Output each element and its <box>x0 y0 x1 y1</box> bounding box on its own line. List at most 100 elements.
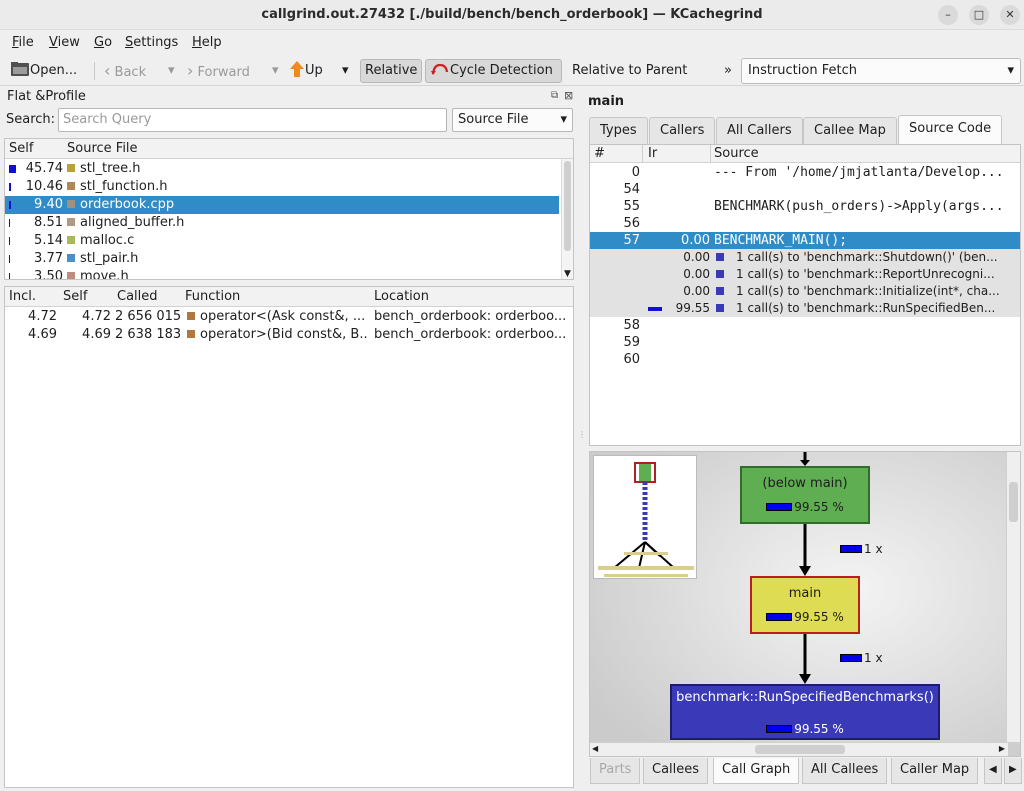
panel-close-icon[interactable]: ⊠ <box>564 89 573 102</box>
relative-toggle[interactable]: Relative <box>360 59 423 83</box>
menu-go[interactable]: Go <box>94 35 112 50</box>
column-header-self[interactable]: Self <box>63 289 87 304</box>
call-graph-view[interactable]: (below main) 99.55 % 1 x main 99.55 % 1 … <box>589 451 1021 757</box>
source-file-row[interactable]: 3.77 stl_pair.h <box>5 250 559 268</box>
menu-file[interactable]: File <box>12 35 34 50</box>
graph-node-below-main[interactable]: (below main) 99.55 % <box>740 466 870 524</box>
tab-callee-map[interactable]: Callee Map <box>803 117 897 145</box>
source-code-header: # Ir Source <box>590 145 1020 163</box>
file-color-icon <box>67 254 75 262</box>
graph-overview-panel[interactable] <box>593 455 697 579</box>
relative-to-parent-toggle[interactable]: Relative to Parent <box>568 59 691 83</box>
back-button[interactable]: ‹ Back <box>100 59 150 83</box>
tab-callees[interactable]: Callees <box>643 758 709 784</box>
source-call-line[interactable]: 0.00 1 call(s) to 'benchmark::ReportUnrec… <box>590 266 1020 283</box>
event-type-select[interactable]: Instruction Fetch ▾ <box>741 58 1021 84</box>
column-header-source[interactable]: Source <box>714 146 759 161</box>
source-line[interactable]: 60 <box>590 351 1020 368</box>
source-line[interactable]: 55 BENCHMARK(push_orders)->Apply(args... <box>590 198 1020 215</box>
source-file-row[interactable]: 8.51 aligned_buffer.h <box>5 214 559 232</box>
menu-settings[interactable]: Settings <box>125 35 178 50</box>
graph-node-main[interactable]: main 99.55 % <box>750 576 860 634</box>
column-header-line[interactable]: # <box>594 146 605 161</box>
cost-bar <box>9 237 10 245</box>
source-file-row[interactable]: 9.40 orderbook.cpp <box>5 196 559 214</box>
tab-source-code[interactable]: Source Code <box>898 115 1003 145</box>
source-line[interactable]: 58 <box>590 317 1020 334</box>
ir-cost: 0.00 <box>683 267 710 281</box>
column-header-location[interactable]: Location <box>374 289 429 304</box>
cycle-detection-toggle[interactable]: Cycle Detection <box>425 59 562 83</box>
source-file-row[interactable]: 10.46 stl_function.h <box>5 178 559 196</box>
back-dropdown[interactable]: ▾ <box>164 59 179 83</box>
source-line[interactable]: 56 <box>590 215 1020 232</box>
maximize-button[interactable]: □ <box>969 5 989 25</box>
source-call-line[interactable]: 0.00 1 call(s) to 'benchmark::Initialize(… <box>590 283 1020 300</box>
column-header-ir[interactable]: Ir <box>648 146 657 161</box>
tab-scroll-left-icon[interactable]: ◀ <box>984 758 1002 784</box>
column-header-incl[interactable]: Incl. <box>9 289 36 304</box>
graph-vertical-scrollbar[interactable] <box>1006 452 1020 742</box>
column-divider <box>642 145 643 163</box>
source-file-row[interactable]: 45.74 stl_tree.h <box>5 160 559 178</box>
forward-button[interactable]: › Forward <box>183 59 254 83</box>
source-line[interactable]: 54 <box>590 181 1020 198</box>
scrollbar-thumb[interactable] <box>1009 482 1018 522</box>
menu-view[interactable]: View <box>49 35 80 50</box>
function-row[interactable]: 4.72 4.72 2 656 015 operator<(Ask const&, .… <box>5 308 573 326</box>
call-count: 2 656 015 <box>115 309 181 324</box>
source-line[interactable]: 59 <box>590 334 1020 351</box>
search-input[interactable]: Search Query <box>58 108 447 132</box>
source-file-label: move.h <box>80 269 129 280</box>
source-call-line[interactable]: 0.00 1 call(s) to 'benchmark::Shutdown()'… <box>590 249 1020 266</box>
tab-all-callees[interactable]: All Callees <box>802 758 888 784</box>
open-button[interactable]: Open... <box>6 59 81 83</box>
close-button[interactable]: ✕ <box>1000 5 1020 25</box>
tab-call-graph[interactable]: Call Graph <box>713 758 800 784</box>
source-file-list-header: Self Source File <box>5 139 573 159</box>
graph-node-run-specified-benchmarks[interactable]: benchmark::RunSpecifiedBenchmarks() 99.5… <box>670 684 940 740</box>
file-color-icon <box>67 236 75 244</box>
source-file-scrollbar[interactable]: ▼ <box>561 159 573 279</box>
column-header-function[interactable]: Function <box>185 289 240 304</box>
source-line[interactable]: 57 0.00 BENCHMARK_MAIN(); <box>590 232 1020 249</box>
node-label: (below main) <box>762 476 848 491</box>
call-text: 1 call(s) to 'benchmark::Initialize(int*… <box>736 284 1000 298</box>
tab-types[interactable]: Types <box>589 117 648 145</box>
forward-dropdown[interactable]: ▾ <box>268 59 283 83</box>
toolbar: Open... ‹ Back ▾ › Forward ▾ Up ▾ Relati… <box>0 56 1024 86</box>
call-count: 2 638 183 <box>115 327 181 342</box>
tab-callers[interactable]: Callers <box>649 117 716 145</box>
splitter-handle[interactable]: ⋮ <box>578 430 586 444</box>
chevron-right-icon: › <box>187 61 194 80</box>
scroll-left-icon[interactable]: ◀ <box>592 744 598 753</box>
column-header-called[interactable]: Called <box>117 289 158 304</box>
source-line[interactable]: 0 --- From '/home/jmjatlanta/Develop... <box>590 164 1020 181</box>
node-cost: 99.55 % <box>672 722 938 736</box>
function-color-icon <box>187 330 195 338</box>
tab-all-callers[interactable]: All Callers <box>716 117 803 145</box>
column-header-source-file[interactable]: Source File <box>67 141 138 156</box>
group-by-select[interactable]: Source File ▾ <box>452 108 573 132</box>
source-file-row[interactable]: 5.14 malloc.c <box>5 232 559 250</box>
minimize-button[interactable]: – <box>938 5 958 25</box>
column-header-self[interactable]: Self <box>9 141 33 156</box>
tab-scroll-right-icon[interactable]: ▶ <box>1004 758 1022 784</box>
up-dropdown[interactable]: ▾ <box>338 59 353 83</box>
menu-help[interactable]: Help <box>192 35 222 50</box>
panel-float-icon[interactable]: ⧉ <box>551 90 558 101</box>
scroll-right-icon[interactable]: ▶ <box>999 744 1005 753</box>
tab-caller-map[interactable]: Caller Map <box>891 758 979 784</box>
function-row[interactable]: 4.69 4.69 2 638 183 operator>(Bid const&, B… <box>5 326 573 344</box>
graph-overview-icon <box>598 462 694 577</box>
scroll-down-icon[interactable]: ▼ <box>562 269 573 279</box>
tab-parts[interactable]: Parts <box>590 758 641 784</box>
up-button[interactable]: Up <box>285 59 327 83</box>
chevron-down-icon: ▾ <box>1007 63 1014 78</box>
source-call-line[interactable]: 99.55 1 call(s) to 'benchmark::RunSpecifi… <box>590 300 1020 317</box>
scrollbar-thumb[interactable] <box>564 161 571 251</box>
graph-horizontal-scrollbar[interactable]: ◀ ▶ <box>590 742 1008 756</box>
toolbar-overflow-button[interactable]: » <box>720 59 736 83</box>
source-file-row[interactable]: 3.50 move.h <box>5 268 559 280</box>
scrollbar-thumb[interactable] <box>755 745 845 754</box>
